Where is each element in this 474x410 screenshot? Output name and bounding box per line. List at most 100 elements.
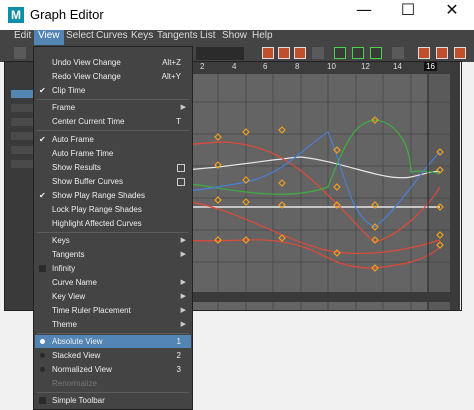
menu-item-auto-frame[interactable]: ✔ Auto Frame <box>35 133 191 146</box>
menu-item-highlight-affected-curves[interactable]: Highlight Affected Curves <box>35 217 191 230</box>
move-tool-icon[interactable] <box>14 47 26 59</box>
menu-item-label: Show Buffer Curves <box>52 177 123 186</box>
submenu-arrow-icon: ▶ <box>180 306 186 314</box>
ruler-tick: 12 <box>361 62 370 71</box>
menu-view[interactable]: View <box>34 30 64 45</box>
toggle-box-icon <box>39 397 46 404</box>
vertical-scrollbar[interactable] <box>450 62 460 310</box>
menu-item-shortcut: Alt+Y <box>161 72 181 81</box>
snap-icon[interactable] <box>454 47 466 59</box>
menu-item-show-results[interactable]: Show Results <box>35 161 191 174</box>
ruler-tick: 8 <box>295 62 300 71</box>
menu-item-label: Highlight Affected Curves <box>52 219 142 228</box>
menu-item-simple-toolbar[interactable]: Simple Toolbar <box>35 394 191 407</box>
value-field[interactable] <box>196 47 244 60</box>
close-button[interactable]: ✕ <box>430 0 474 30</box>
minimize-button[interactable]: — <box>342 0 386 30</box>
menu-item-absolute-view[interactable]: Absolute View 1 <box>35 335 191 348</box>
menu-curves[interactable]: Curves <box>92 30 132 45</box>
menu-item-label: Infinity <box>52 264 76 273</box>
menu-item-tangents[interactable]: Tangents ▶ <box>35 248 191 261</box>
menu-item-curve-name[interactable]: Curve Name ▶ <box>35 276 191 289</box>
menu-separator <box>37 130 189 131</box>
checkmark-icon: ✔ <box>39 86 46 95</box>
menu-item-label: Redo View Change <box>52 72 121 81</box>
menu-item-label: Key View <box>52 292 86 301</box>
menu-bar: Edit View Select Curves Keys Tangents Li… <box>0 30 474 45</box>
current-frame-marker[interactable]: 16 <box>424 62 437 71</box>
menu-item-shortcut: Alt+Z <box>162 58 181 67</box>
menu-item-time-ruler-placement[interactable]: Time Ruler Placement ▶ <box>35 304 191 317</box>
submenu-arrow-icon: ▶ <box>180 320 186 328</box>
menu-show[interactable]: Show <box>218 30 251 45</box>
menu-item-stacked-view[interactable]: Stacked View 2 <box>35 349 191 362</box>
menu-separator <box>37 333 189 334</box>
menu-item-key-view[interactable]: Key View ▶ <box>35 290 191 303</box>
clamped-tangent-icon[interactable] <box>370 47 382 59</box>
menu-edit[interactable]: Edit <box>10 30 35 45</box>
menu-item-label: Theme <box>52 320 77 329</box>
menu-item-redo-view-change[interactable]: Redo View Change Alt+Y <box>35 70 191 83</box>
radio-unselected-icon <box>40 353 45 358</box>
menu-item-label: Auto Frame Time <box>52 149 114 158</box>
frame-playback-icon[interactable] <box>294 47 306 59</box>
menu-item-label: Simple Toolbar <box>52 396 105 405</box>
checkmark-icon: ✔ <box>39 191 46 200</box>
menu-item-undo-view-change[interactable]: Undo View Change Alt+Z <box>35 56 191 69</box>
menu-item-shortcut: 2 <box>176 351 181 360</box>
option-box-icon[interactable] <box>177 178 185 186</box>
menu-tangents[interactable]: Tangents <box>153 30 202 45</box>
menu-item-frame[interactable]: Frame ▶ <box>35 101 191 114</box>
ruler-tick: 4 <box>232 62 237 71</box>
menu-item-label: Frame <box>52 103 76 112</box>
menu-item-clip-time[interactable]: ✔ Clip Time <box>35 84 191 97</box>
flat-tangent-icon[interactable] <box>392 47 404 59</box>
menu-item-label: Curve Name <box>52 278 97 287</box>
maya-app-icon: M <box>8 7 24 23</box>
spline-tangent-icon[interactable] <box>334 47 346 59</box>
center-icon[interactable] <box>312 47 324 59</box>
menu-item-theme[interactable]: Theme ▶ <box>35 318 191 331</box>
option-box-icon[interactable] <box>177 164 185 172</box>
linear-tangent-icon[interactable] <box>352 47 364 59</box>
menu-item-renormalize: Renormalize <box>35 377 191 390</box>
menu-item-show-buffer-curves[interactable]: Show Buffer Curves <box>35 175 191 188</box>
menu-item-label: Center Current Time <box>52 117 125 126</box>
graph-editor-window: M Graph Editor — ☐ ✕ Edit View Select Cu… <box>0 0 474 410</box>
menu-item-shortcut: 1 <box>176 337 181 346</box>
menu-item-shortcut: T <box>176 117 181 126</box>
menu-item-label: Undo View Change <box>52 58 121 67</box>
menu-item-label: Auto Frame <box>52 135 94 144</box>
buffer-curve-icon[interactable] <box>418 47 430 59</box>
menu-item-infinity[interactable]: Infinity <box>35 262 191 275</box>
menu-item-lock-play-range-shades[interactable]: Lock Play Range Shades <box>35 203 191 216</box>
menu-item-label: Show Play Range Shades <box>52 191 145 200</box>
menu-item-auto-frame-time[interactable]: Auto Frame Time <box>35 147 191 160</box>
menu-separator <box>37 392 189 393</box>
view-menu-dropdown: Undo View Change Alt+Z Redo View Change … <box>33 46 193 410</box>
menu-list[interactable]: List <box>196 30 220 45</box>
menu-item-keys[interactable]: Keys ▶ <box>35 234 191 247</box>
menu-item-normalized-view[interactable]: Normalized View 3 <box>35 363 191 376</box>
menu-item-center-current-time[interactable]: Center Current Time T <box>35 115 191 128</box>
menu-item-label: Lock Play Range Shades <box>52 205 142 214</box>
menu-item-label: Keys <box>52 236 70 245</box>
maximize-button[interactable]: ☐ <box>386 0 430 30</box>
frame-selection-icon[interactable] <box>278 47 290 59</box>
keyframe[interactable] <box>436 231 444 239</box>
ruler-tick: 2 <box>200 62 205 71</box>
menu-item-label: Absolute View <box>52 337 103 346</box>
frame-all-icon[interactable] <box>262 47 274 59</box>
submenu-arrow-icon: ▶ <box>180 103 186 111</box>
menu-separator <box>37 232 189 233</box>
submenu-arrow-icon: ▶ <box>180 292 186 300</box>
toggle-box-icon <box>39 265 46 272</box>
submenu-arrow-icon: ▶ <box>180 250 186 258</box>
submenu-arrow-icon: ▶ <box>180 278 186 286</box>
menu-item-label: Show Results <box>52 163 101 172</box>
ruler-tick: 6 <box>263 62 268 71</box>
menu-item-label: Stacked View <box>52 351 101 360</box>
swap-buffer-icon[interactable] <box>436 47 448 59</box>
menu-help[interactable]: Help <box>248 30 277 45</box>
menu-item-show-play-range-shades[interactable]: ✔ Show Play Range Shades <box>35 189 191 202</box>
